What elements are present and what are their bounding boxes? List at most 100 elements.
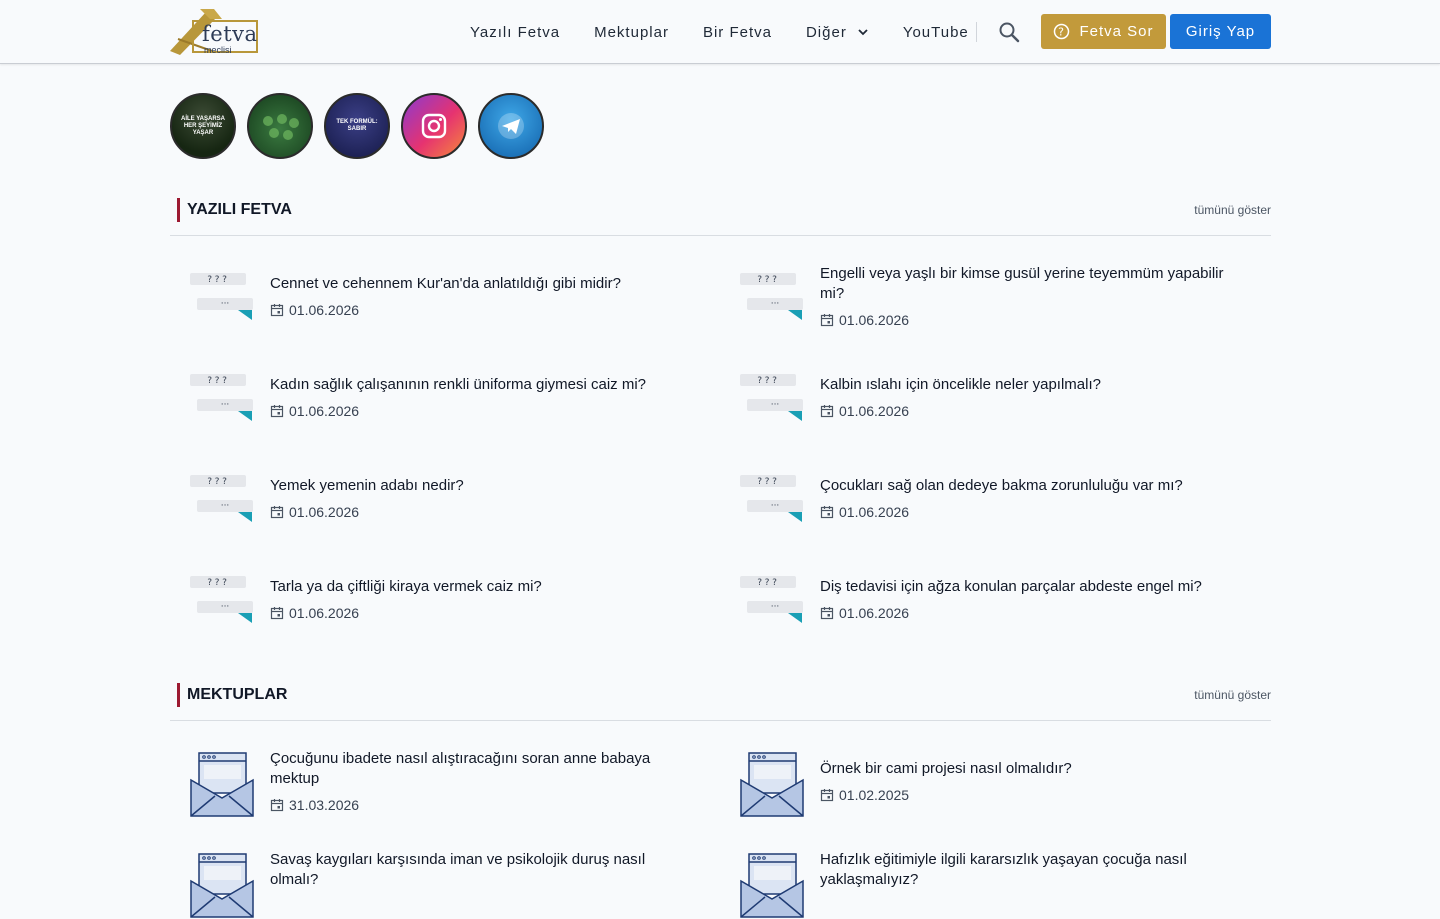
nav-youtube[interactable]: YouTube (903, 24, 969, 41)
story-telegram[interactable] (478, 93, 544, 159)
item-date: 01.06.2026 (270, 302, 359, 318)
item-title: Örnek bir cami projesi nasıl olmalıdır? (820, 760, 1072, 777)
question-chat-icon: ??? ··· (740, 273, 803, 320)
fetva-item[interactable]: ??? ··· Tarla ya da çiftliği kiraya vermek… (190, 575, 690, 637)
nav-bir-fetva[interactable]: Bir Fetva (703, 24, 772, 41)
section-mektuplar-header: MEKTUPLAR tümünü göster (170, 683, 1271, 721)
question-circle-icon: ? (1054, 23, 1070, 40)
main-nav: Yazılı Fetva Mektuplar Bir Fetva Diğer Y… (470, 0, 1003, 64)
letter-item[interactable]: Örnek bir cami projesi nasıl olmalıdır? 0… (740, 752, 1240, 818)
item-title: Hafızlık eğitimiyle ilgili kararsızlık y… (820, 851, 1187, 888)
svg-text:???: ??? (207, 578, 229, 588)
logo-subtext: meclisi (204, 45, 232, 55)
ask-fetva-button[interactable]: ? Fetva Sor (1041, 14, 1166, 49)
item-date-text: 01.06.2026 (289, 302, 360, 318)
site-logo[interactable]: fetva meclisi (170, 9, 262, 57)
stories-row: AİLE YAŞARSA HER ŞEYİMİZ YAŞAR TEK FORMÜ… (170, 93, 555, 159)
chevron-down-icon (858, 29, 868, 36)
svg-text:???: ??? (757, 578, 779, 588)
item-title: Çocukları sağ olan dedeye bakma zorunlul… (820, 477, 1183, 494)
section-accent-bar (177, 683, 180, 707)
show-all-link[interactable]: tümünü göster (1194, 203, 1271, 217)
svg-text:···: ··· (771, 501, 780, 511)
site-header: fetva meclisi Yazılı Fetva Mektuplar Bir… (0, 0, 1440, 64)
question-chat-icon: ??? ··· (190, 475, 253, 522)
nav-mektuplar[interactable]: Mektuplar (594, 24, 669, 41)
svg-text:···: ··· (221, 299, 230, 309)
fetva-item[interactable]: ??? ··· Çocukları sağ olan dedeye bakma zo… (740, 474, 1240, 536)
calendar-icon (270, 506, 284, 519)
story-pattern-icon (263, 114, 299, 140)
nav-divider (976, 22, 977, 42)
fetva-item[interactable]: ??? ··· Diş tedavisi için ağza konulan par… (740, 575, 1240, 637)
nav-diger-dropdown[interactable]: Diğer (806, 24, 869, 41)
section-title: YAZILI FETVA (187, 201, 292, 218)
item-date: 01.06.2026 (820, 312, 909, 328)
svg-text:···: ··· (221, 400, 230, 410)
svg-text:???: ??? (757, 477, 779, 487)
calendar-icon (820, 405, 834, 418)
fetva-item[interactable]: ??? ··· Yemek yemenin adabı nedir? 01.06.20… (190, 474, 690, 536)
fetva-item[interactable]: ??? ··· Kalbin ıslahı için öncelikle neler… (740, 373, 1240, 435)
svg-text:···: ··· (771, 400, 780, 410)
letter-item[interactable]: Savaş kaygıları karşısında iman ve psiko… (190, 851, 690, 919)
calendar-icon (820, 789, 834, 802)
calendar-icon (270, 405, 284, 418)
story-label: AİLE YAŞARSA HER ŞEYİMİZ YAŞAR (180, 115, 225, 136)
item-title: Kalbin ıslahı için öncelikle neler yapıl… (820, 376, 1101, 393)
telegram-icon (498, 113, 524, 139)
story-aile[interactable]: AİLE YAŞARSA HER ŞEYİMİZ YAŞAR (170, 93, 236, 159)
item-date-text: 01.06.2026 (289, 403, 360, 419)
item-date-text: 01.06.2026 (839, 312, 910, 328)
svg-text:?: ? (1059, 26, 1066, 39)
svg-text:···: ··· (771, 299, 780, 309)
question-chat-icon: ??? ··· (740, 374, 803, 421)
svg-text:???: ??? (207, 376, 229, 386)
item-title: Yemek yemenin adabı nedir? (270, 477, 464, 494)
item-title: Diş tedavisi için ağza konulan parçalar … (820, 578, 1202, 595)
calendar-icon (270, 607, 284, 620)
story-instagram[interactable] (401, 93, 467, 159)
question-chat-icon: ??? ··· (190, 374, 253, 421)
letter-item[interactable]: Hafızlık eğitimiyle ilgili kararsızlık y… (740, 851, 1240, 919)
svg-text:???: ??? (207, 275, 229, 285)
item-date: 01.02.2025 (820, 787, 909, 803)
item-date-text: 01.06.2026 (839, 403, 910, 419)
calendar-icon (270, 799, 284, 812)
story-sabir[interactable]: TEK FORMÜL: SABIR (324, 93, 390, 159)
fetva-item[interactable]: ??? ··· Kadın sağlık çalışanının renkli ün… (190, 373, 690, 435)
fetva-item[interactable]: ??? ··· Engelli veya yaşlı bir kimse gusül… (740, 265, 1240, 334)
item-date: 01.06.2026 (820, 403, 909, 419)
item-title: Cennet ve cehennem Kur'an'da anlatıldığı… (270, 275, 621, 292)
item-title: Engelli veya yaşlı bir kimse gusül yerin… (820, 265, 1224, 302)
item-date-text: 01.06.2026 (289, 504, 360, 520)
show-all-link[interactable]: tümünü göster (1194, 688, 1271, 702)
question-chat-icon: ??? ··· (740, 475, 803, 522)
svg-text:???: ??? (207, 477, 229, 487)
section-title: MEKTUPLAR (187, 686, 288, 703)
svg-text:···: ··· (771, 602, 780, 612)
letter-item[interactable]: Çocuğunu ibadete nasıl alıştıracağını so… (190, 750, 690, 818)
nav-yazili-fetva[interactable]: Yazılı Fetva (470, 24, 560, 41)
story-label: TEK FORMÜL: SABIR (336, 119, 378, 132)
envelope-icon (740, 853, 804, 918)
svg-text:???: ??? (757, 275, 779, 285)
envelope-icon (740, 752, 804, 817)
envelope-icon (190, 853, 254, 918)
svg-text:???: ??? (757, 376, 779, 386)
login-button[interactable]: Giriş Yap (1170, 14, 1271, 49)
item-title: Çocuğunu ibadete nasıl alıştıracağını so… (270, 750, 651, 787)
search-icon[interactable] (998, 21, 1020, 43)
item-date-text: 31.03.2026 (289, 797, 360, 813)
svg-text:···: ··· (221, 602, 230, 612)
item-date: 01.06.2026 (270, 605, 359, 621)
story-green[interactable] (247, 93, 313, 159)
calendar-icon (820, 314, 834, 327)
question-chat-icon: ??? ··· (740, 576, 803, 623)
item-date: 01.06.2026 (270, 504, 359, 520)
calendar-icon (820, 607, 834, 620)
item-date-text: 01.06.2026 (289, 605, 360, 621)
fetva-item[interactable]: ??? ··· Cennet ve cehennem Kur'an'da anlat… (190, 272, 690, 334)
item-date: 31.03.2026 (270, 797, 359, 813)
item-date: 01.06.2026 (820, 605, 909, 621)
